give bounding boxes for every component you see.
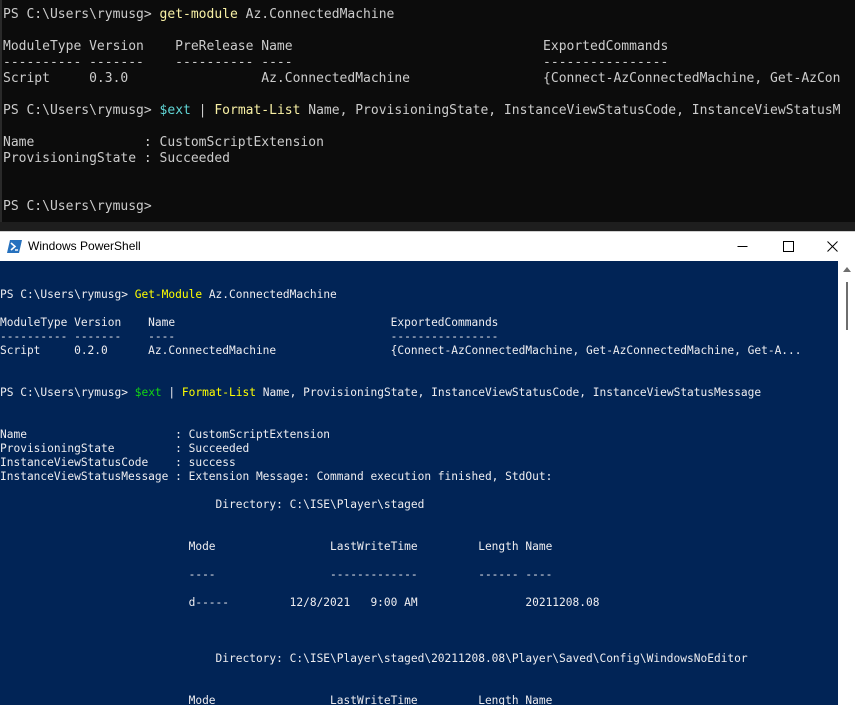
table-row: Script 0.2.0 Az.ConnectedMachine {Connec… (0, 344, 802, 357)
table-row: Script 0.3.0 Az.ConnectedMachine {Connec… (3, 71, 841, 86)
cmdlet: Get-Module (134, 288, 203, 301)
scrollbar-thumb[interactable] (846, 282, 848, 330)
background-terminal[interactable]: PS C:\Users\rymusg> get-module Az.Connec… (0, 0, 855, 222)
pane-edge (0, 0, 2, 222)
command-line: PS C:\Users\rymusg> Get-Module Az.Connec… (0, 288, 337, 302)
arguments: Az.ConnectedMachine (237, 7, 395, 22)
cmdlet: get-module (159, 7, 238, 22)
scroll-up-arrow-icon[interactable] (843, 267, 851, 272)
close-icon (826, 241, 838, 252)
pipe-operator: | (190, 103, 215, 118)
table-header: ModuleType Version PreRelease Name Expor… (3, 39, 669, 54)
close-button[interactable] (809, 232, 855, 261)
minimize-icon (737, 246, 747, 247)
window-title: Windows PowerShell (28, 239, 141, 253)
table-header: ModuleType Version Name ExportedCommands (0, 316, 499, 329)
vertical-scrollbar[interactable] (838, 260, 855, 705)
powershell-icon (7, 240, 22, 253)
output-line: Name : CustomScriptExtension (3, 135, 324, 150)
arguments: Name, ProvisioningState, InstanceViewSta… (300, 103, 841, 118)
command-line: PS C:\Users\rymusg> $ext | Format-List N… (3, 103, 840, 119)
title-bar[interactable]: Windows PowerShell (0, 231, 855, 261)
minimize-button[interactable] (719, 232, 765, 261)
prompt: PS C:\Users\rymusg> (3, 103, 160, 118)
prompt: PS C:\Users\rymusg> (0, 386, 135, 399)
variable: $ext (134, 386, 162, 399)
listing-header: Mode LastWriteTime Length Name (0, 694, 553, 705)
console-output[interactable]: PS C:\Users\rymusg> Get-Module Az.Connec… (0, 260, 838, 705)
listing-row: d----- 12/8/2021 9:00 AM 20211208.08 (0, 596, 600, 609)
cmdlet: Format-List (181, 386, 256, 399)
output-line: InstanceViewStatusMessage : Extension Me… (0, 470, 553, 483)
directory-line: Directory: C:\ISE\Player\staged\20211208… (0, 652, 748, 665)
maximize-icon (782, 241, 794, 252)
table-separator: ---------- ------- ---------- ---- -----… (3, 55, 669, 70)
pipe-operator: | (161, 386, 182, 399)
table-separator: ---------- ------- ---- ---------------- (0, 330, 499, 343)
output-line: ProvisioningState : Succeeded (0, 442, 250, 455)
command-line: PS C:\Users\rymusg> get-module Az.Connec… (3, 7, 394, 23)
window-gap (0, 222, 855, 231)
command-line: PS C:\Users\rymusg> $ext | Format-List N… (0, 386, 761, 400)
cmdlet: Format-List (214, 103, 301, 118)
maximize-button[interactable] (765, 232, 811, 261)
powershell-window[interactable]: Windows PowerShell PS C:\Users\rymusg> G… (0, 231, 855, 705)
output-line: Name : CustomScriptExtension (0, 428, 331, 441)
prompt: PS C:\Users\rymusg> (3, 199, 152, 214)
prompt: PS C:\Users\rymusg> (0, 288, 135, 301)
prompt: PS C:\Users\rymusg> (3, 7, 160, 22)
directory-line: Directory: C:\ISE\Player\staged (0, 498, 425, 511)
output-line: InstanceViewStatusCode : success (0, 456, 236, 469)
arguments: Name, ProvisioningState, InstanceViewSta… (255, 386, 762, 399)
listing-separator: ---- ------------- ------ ---- (0, 568, 553, 581)
variable: $ext (159, 103, 191, 118)
output-line: ProvisioningState : Succeeded (3, 151, 230, 166)
listing-header: Mode LastWriteTime Length Name (0, 540, 553, 553)
arguments: Az.ConnectedMachine (202, 288, 337, 301)
